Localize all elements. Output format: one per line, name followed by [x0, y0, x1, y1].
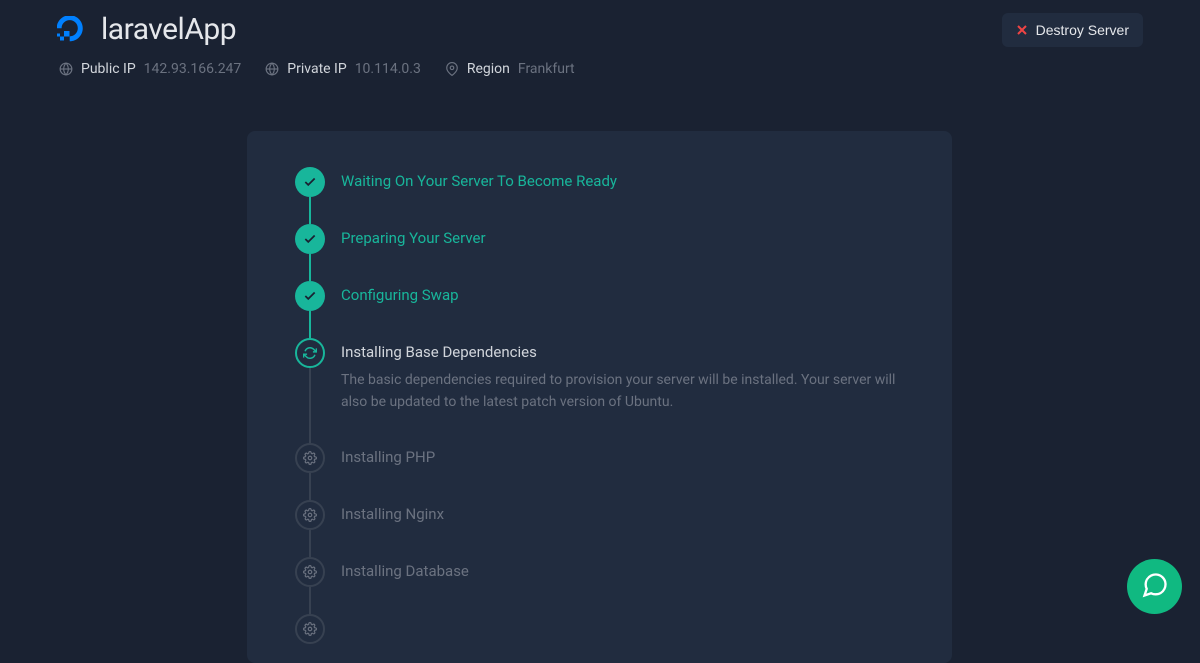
destroy-label: Destroy Server: [1036, 22, 1129, 38]
step-title: Preparing Your Server: [341, 228, 904, 249]
step-title: Installing PHP: [341, 447, 904, 468]
region: Region Frankfurt: [445, 61, 575, 77]
provider-logo: [57, 16, 83, 43]
region-label: Region: [467, 61, 510, 77]
step-title: Installing Database: [341, 561, 904, 582]
app-title: laravelApp: [101, 12, 236, 47]
region-value: Frankfurt: [518, 61, 575, 77]
step-title: Waiting On Your Server To Become Ready: [341, 171, 904, 192]
step-database: Installing Database: [295, 557, 904, 614]
close-icon: [1016, 24, 1028, 36]
step-title: Configuring Swap: [341, 285, 904, 306]
gear-icon: [295, 614, 325, 644]
chat-icon: [1141, 571, 1169, 602]
refresh-icon: [295, 338, 325, 368]
step-php: Installing PHP: [295, 443, 904, 500]
step-next: [295, 614, 904, 644]
step-swap: Configuring Swap: [295, 281, 904, 338]
step-description: The basic dependencies required to provi…: [341, 369, 904, 414]
private-ip-label: Private IP: [287, 61, 346, 77]
chat-button[interactable]: [1127, 559, 1182, 614]
step-base-deps: Installing Base Dependencies The basic d…: [295, 338, 904, 443]
public-ip-value: 142.93.166.247: [144, 61, 242, 77]
step-title: Installing Nginx: [341, 504, 904, 525]
public-ip: Public IP 142.93.166.247: [59, 61, 241, 77]
globe-icon: [59, 62, 73, 76]
gear-icon: [295, 557, 325, 587]
step-waiting-ready: Waiting On Your Server To Become Ready: [295, 167, 904, 224]
page-header: laravelApp Destroy Server: [0, 0, 1200, 47]
header-left: laravelApp: [57, 12, 236, 47]
step-preparing: Preparing Your Server: [295, 224, 904, 281]
map-pin-icon: [445, 62, 459, 76]
public-ip-label: Public IP: [81, 61, 136, 77]
check-icon: [295, 281, 325, 311]
private-ip-value: 10.114.0.3: [355, 61, 421, 77]
steps-list: Waiting On Your Server To Become Ready P…: [295, 167, 904, 644]
provisioning-card: Waiting On Your Server To Become Ready P…: [247, 131, 952, 663]
gear-icon: [295, 443, 325, 473]
destroy-server-button[interactable]: Destroy Server: [1002, 13, 1143, 47]
server-meta-row: Public IP 142.93.166.247 Private IP 10.1…: [0, 47, 1200, 77]
globe-icon: [265, 62, 279, 76]
step-nginx: Installing Nginx: [295, 500, 904, 557]
check-icon: [295, 224, 325, 254]
check-icon: [295, 167, 325, 197]
step-title: Installing Base Dependencies: [341, 342, 904, 363]
gear-icon: [295, 500, 325, 530]
private-ip: Private IP 10.114.0.3: [265, 61, 421, 77]
